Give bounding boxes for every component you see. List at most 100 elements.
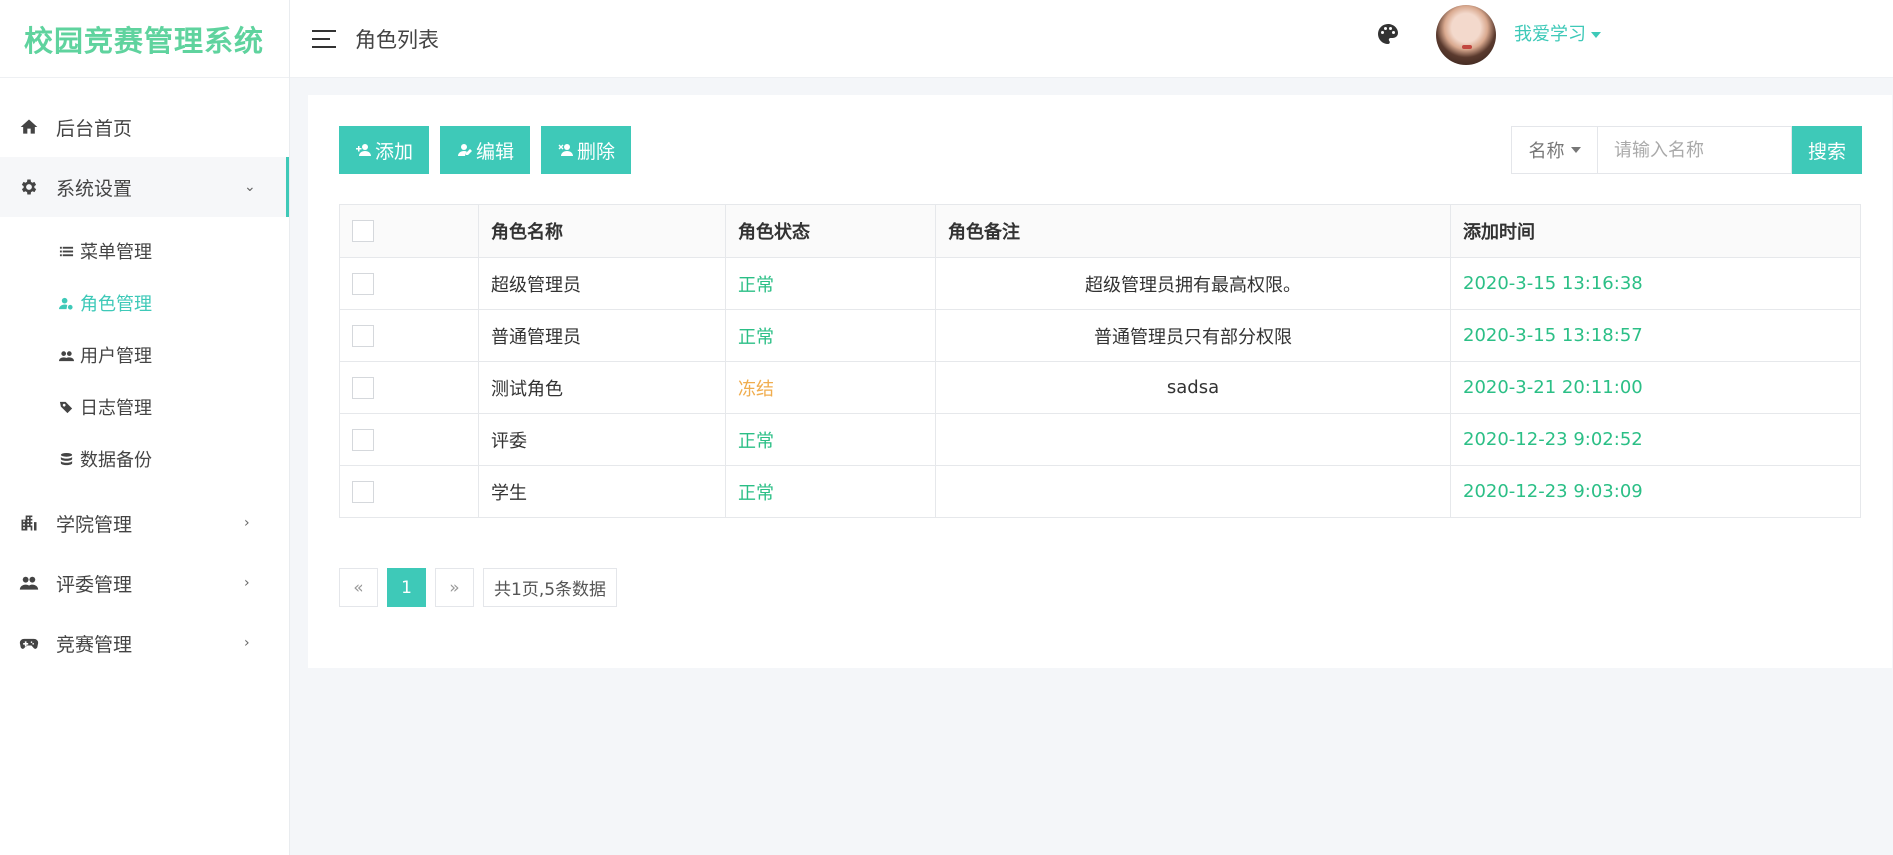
building-icon [18,512,40,534]
sidebar-item-system-settings[interactable]: 系统设置 ⌄ [0,157,289,217]
caret-down-icon [1591,32,1601,38]
pagination: « 1 » 共1页,5条数据 [339,568,618,607]
sidebar-subitem-label: 角色管理 [80,294,152,315]
user-name: 我爱学习 [1514,24,1586,45]
add-time: 2020-3-21 20:11:00 [1450,361,1861,414]
role-note: sadsa [935,361,1451,414]
users-icon [58,347,74,363]
page-title: 角色列表 [355,27,439,52]
pagination-summary: 共1页,5条数据 [483,568,618,607]
role-name: 学生 [478,465,726,518]
row-checkbox-cell [339,413,479,466]
select-all-checkbox[interactable] [352,220,374,242]
table-row[interactable]: 测试角色 冻结 sadsa 2020-3-21 20:11:00 [339,361,1861,414]
role-name: 测试角色 [478,361,726,414]
add-time: 2020-12-23 9:02:52 [1450,413,1861,466]
edit-button[interactable]: 编辑 [440,126,530,174]
add-button[interactable]: 添加 [339,126,429,174]
delete-button-label: 删除 [577,140,616,163]
chevron-down-icon: ⌄ [244,179,256,195]
row-checkbox[interactable] [352,376,374,399]
role-name: 普通管理员 [478,309,726,362]
user-edit-icon [458,144,472,156]
sidebar-item-competition-management[interactable]: 竞赛管理 › [0,613,289,673]
delete-button[interactable]: 删除 [541,126,631,174]
sidebar: 校园竞赛管理系统 后台首页 系统设置 ⌄ 菜单管理 角色管理 用户管理 日志管理… [0,0,290,855]
user-menu[interactable]: 我爱学习 [1514,20,1601,46]
user-plus-icon [356,144,371,156]
chevron-right-icon: › [244,575,250,591]
user-remove-icon [558,144,573,156]
menu-toggle-icon[interactable] [312,29,338,48]
row-checkbox-cell [339,257,479,310]
list-icon [58,243,74,259]
avatar[interactable] [1436,5,1496,65]
search-field-select[interactable]: 名称 [1511,126,1597,174]
sidebar-subitem-label: 菜单管理 [80,242,152,263]
submenu-system-settings: 菜单管理 角色管理 用户管理 日志管理 数据备份 [0,217,289,493]
sidebar-subitem-menu-management[interactable]: 菜单管理 [0,225,289,277]
search-bar: 名称 搜索 [1511,126,1862,174]
role-status: 正常 [725,413,936,466]
palette-icon[interactable] [1376,22,1400,46]
sidebar-subitem-label: 日志管理 [80,398,152,419]
chevron-right-icon: › [244,515,250,531]
sidebar-item-college-management[interactable]: 学院管理 › [0,493,289,553]
role-table: 角色名称 角色状态 角色备注 添加时间 超级管理员 正常 超级管理员拥有最高权限… [339,204,1861,518]
sidebar-subitem-user-management[interactable]: 用户管理 [0,329,289,381]
users-icon [18,572,40,594]
row-checkbox[interactable] [352,480,374,503]
table-row[interactable]: 普通管理员 正常 普通管理员只有部分权限 2020-3-15 13:18:57 [339,309,1861,362]
row-checkbox[interactable] [352,272,374,295]
role-status: 正常 [725,257,936,310]
row-checkbox-cell [339,361,479,414]
role-note: 超级管理员拥有最高权限。 [935,257,1451,310]
role-note [935,413,1451,466]
role-note: 普通管理员只有部分权限 [935,309,1451,362]
user-settings-icon [58,295,74,311]
add-time: 2020-3-15 13:16:38 [1450,257,1861,310]
add-time: 2020-3-15 13:18:57 [1450,309,1861,362]
sidebar-subitem-label: 用户管理 [80,346,152,367]
sidebar-item-label: 学院管理 [56,513,133,536]
sidebar-subitem-role-management[interactable]: 角色管理 [0,277,289,329]
sidebar-item-label: 竞赛管理 [56,633,133,656]
toolbar: 添加 编辑 删除 [339,126,631,174]
search-input[interactable] [1597,126,1792,174]
content-card: 添加 编辑 删除 名称 搜索 角色名称 角色状态 角色备注 添加时间 [308,95,1892,668]
caret-down-icon [1570,147,1581,153]
current-page-button[interactable]: 1 [387,568,426,607]
add-time: 2020-12-23 9:03:09 [1450,465,1861,518]
tags-icon [58,399,74,415]
row-checkbox[interactable] [352,428,374,451]
table-row[interactable]: 评委 正常 2020-12-23 9:02:52 [339,413,1861,466]
row-checkbox-cell [339,465,479,518]
header-role-name: 角色名称 [478,204,726,258]
header-select-all [339,204,479,258]
gear-icon [18,176,40,198]
role-name: 评委 [478,413,726,466]
role-name: 超级管理员 [478,257,726,310]
add-button-label: 添加 [375,140,414,163]
table-row[interactable]: 学生 正常 2020-12-23 9:03:09 [339,465,1861,518]
top-header: 角色列表 [290,0,1893,78]
header-role-status: 角色状态 [725,204,936,258]
chevron-right-icon: › [244,635,250,651]
row-checkbox[interactable] [352,324,374,347]
sidebar-item-label: 评委管理 [56,573,133,596]
sidebar-item-judge-management[interactable]: 评委管理 › [0,553,289,613]
header-role-note: 角色备注 [935,204,1451,258]
table-row[interactable]: 超级管理员 正常 超级管理员拥有最高权限。 2020-3-15 13:16:38 [339,257,1861,310]
header-add-time: 添加时间 [1450,204,1861,258]
gamepad-icon [18,632,40,654]
next-page-button[interactable]: » [435,568,474,607]
role-status: 冻结 [725,361,936,414]
prev-page-button[interactable]: « [339,568,378,607]
role-note [935,465,1451,518]
sidebar-item-home[interactable]: 后台首页 [0,97,289,157]
sidebar-subitem-data-backup[interactable]: 数据备份 [0,433,289,485]
app-logo-title: 校园竞赛管理系统 [0,0,289,78]
sidebar-item-label: 系统设置 [56,177,133,200]
sidebar-subitem-log-management[interactable]: 日志管理 [0,381,289,433]
search-button[interactable]: 搜索 [1792,126,1862,174]
